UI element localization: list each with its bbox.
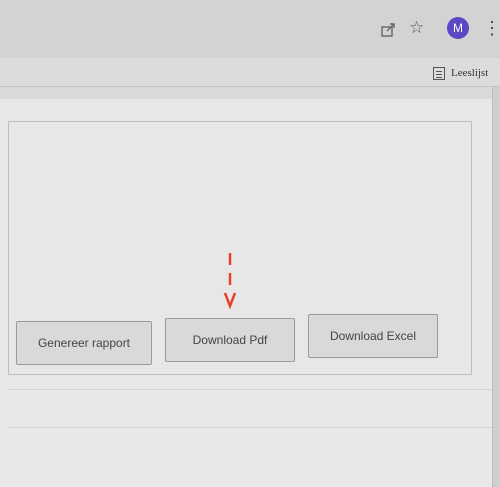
- annotation-arrow: [223, 253, 237, 309]
- download-excel-button[interactable]: Download Excel: [308, 314, 438, 358]
- share-icon[interactable]: [380, 22, 396, 38]
- report-panel: Genereer rapport Download Pdf Download E…: [8, 121, 472, 375]
- divider: [8, 389, 492, 390]
- generate-report-button[interactable]: Genereer rapport: [16, 321, 152, 365]
- page-scrollbar[interactable]: [492, 87, 500, 487]
- download-pdf-button[interactable]: Download Pdf: [165, 318, 295, 362]
- reading-list-label: Leeslijst: [451, 67, 489, 79]
- divider: [8, 427, 492, 428]
- page-content: Genereer rapport Download Pdf Download E…: [0, 87, 492, 487]
- avatar-initial: M: [453, 21, 463, 35]
- browser-toolbar: ☆ M ⋮: [0, 0, 500, 58]
- avatar[interactable]: M: [447, 17, 469, 39]
- bookmarks-bar: Leeslijst: [0, 58, 500, 87]
- kebab-menu-icon[interactable]: ⋮: [483, 17, 500, 39]
- page-header-band: [0, 87, 492, 99]
- reading-list-icon: [433, 66, 445, 80]
- reading-list-button[interactable]: Leeslijst: [433, 64, 488, 82]
- star-icon[interactable]: ☆: [409, 18, 424, 38]
